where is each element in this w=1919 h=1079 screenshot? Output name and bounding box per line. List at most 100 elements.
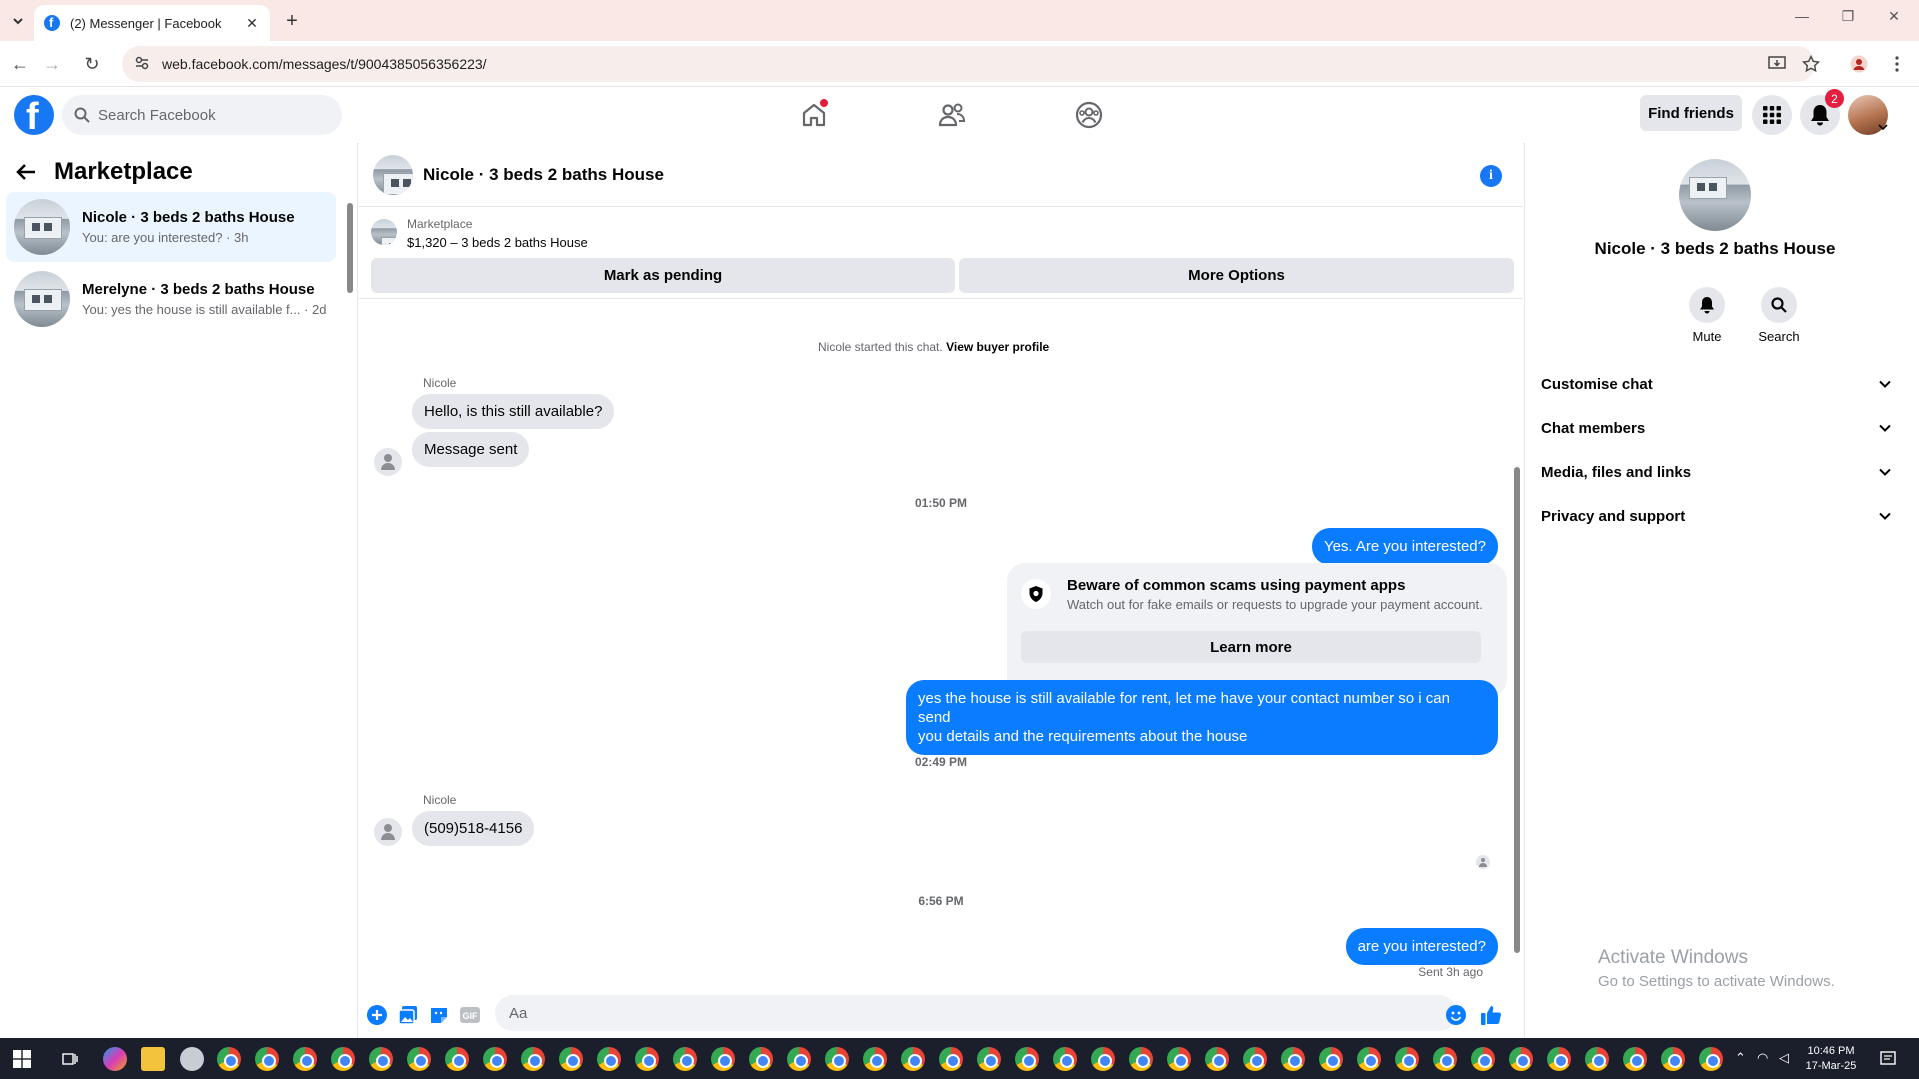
window-close-button[interactable]: ✕ bbox=[1879, 8, 1909, 25]
mute-button[interactable]: Mute bbox=[1677, 287, 1737, 344]
chrome-icon[interactable] bbox=[711, 1047, 735, 1071]
customise-chat-section[interactable]: Customise chat bbox=[1541, 366, 1891, 402]
reload-icon[interactable]: ↻ bbox=[81, 53, 103, 75]
chrome-icon[interactable] bbox=[331, 1047, 355, 1071]
chrome-icon[interactable] bbox=[1509, 1047, 1533, 1071]
install-app-icon[interactable] bbox=[1766, 53, 1788, 75]
network-icon[interactable]: ◠ bbox=[1757, 1050, 1768, 1066]
sender-avatar[interactable] bbox=[374, 818, 402, 846]
windows-start-icon[interactable] bbox=[13, 1050, 31, 1068]
plus-icon[interactable] bbox=[366, 1004, 388, 1026]
notification-center-icon[interactable] bbox=[1880, 1051, 1896, 1067]
chrome-icon[interactable] bbox=[863, 1047, 887, 1071]
chrome-icon[interactable] bbox=[255, 1047, 279, 1071]
new-tab-button[interactable]: + bbox=[281, 10, 303, 32]
chrome-icon[interactable] bbox=[1623, 1047, 1647, 1071]
conversation-scrollbar[interactable] bbox=[346, 193, 354, 303]
chrome-icon[interactable] bbox=[483, 1047, 507, 1071]
chat-avatar[interactable] bbox=[373, 155, 413, 195]
info-icon[interactable]: i bbox=[1480, 165, 1502, 187]
find-friends-button[interactable]: Find friends bbox=[1640, 95, 1742, 131]
chrome-icon[interactable] bbox=[1205, 1047, 1229, 1071]
app-icon[interactable] bbox=[180, 1047, 204, 1071]
chrome-icon[interactable] bbox=[445, 1047, 469, 1071]
minimize-button[interactable]: — bbox=[1787, 8, 1817, 24]
menu-button[interactable] bbox=[1752, 95, 1792, 135]
chrome-icon[interactable] bbox=[369, 1047, 393, 1071]
chrome-icon[interactable] bbox=[1471, 1047, 1495, 1071]
profile-icon[interactable] bbox=[1848, 53, 1870, 75]
chrome-icon[interactable] bbox=[939, 1047, 963, 1071]
chrome-icon[interactable] bbox=[559, 1047, 583, 1071]
chrome-icon[interactable] bbox=[787, 1047, 811, 1071]
chrome-icon[interactable] bbox=[1281, 1047, 1305, 1071]
message-input[interactable] bbox=[509, 1004, 1409, 1022]
chrome-icon[interactable] bbox=[1433, 1047, 1457, 1071]
photo-icon[interactable] bbox=[397, 1004, 419, 1026]
browser-tab[interactable]: (2) Messenger | Facebook ✕ bbox=[34, 5, 270, 41]
back-icon[interactable]: ← bbox=[9, 53, 31, 75]
more-options-button[interactable]: More Options bbox=[959, 258, 1514, 293]
chrome-icon[interactable] bbox=[407, 1047, 431, 1071]
chat-title[interactable]: Nicole · 3 beds 2 baths House bbox=[423, 165, 664, 185]
chrome-icon[interactable] bbox=[1319, 1047, 1343, 1071]
chrome-icon[interactable] bbox=[825, 1047, 849, 1071]
view-buyer-profile-link[interactable]: View buyer profile bbox=[946, 340, 1049, 354]
outgoing-message[interactable]: yes the house is still available for ren… bbox=[906, 680, 1498, 755]
chrome-icon[interactable] bbox=[977, 1047, 1001, 1071]
chrome-icon[interactable] bbox=[1015, 1047, 1039, 1071]
gif-icon[interactable]: GIF bbox=[459, 1004, 481, 1026]
chrome-icon[interactable] bbox=[1585, 1047, 1609, 1071]
sender-avatar[interactable] bbox=[374, 448, 402, 476]
listing-title[interactable]: $1,320 – 3 beds 2 baths House bbox=[407, 235, 588, 250]
chrome-icon[interactable] bbox=[1091, 1047, 1115, 1071]
search-in-chat-button[interactable]: Search bbox=[1749, 287, 1809, 344]
chrome-icon[interactable] bbox=[1243, 1047, 1267, 1071]
chrome-icon[interactable] bbox=[1395, 1047, 1419, 1071]
browser-menu-icon[interactable] bbox=[1886, 53, 1908, 75]
chrome-icon[interactable] bbox=[1129, 1047, 1153, 1071]
media-files-links-section[interactable]: Media, files and links bbox=[1541, 454, 1891, 490]
chrome-icon[interactable] bbox=[1167, 1047, 1191, 1071]
copilot-icon[interactable] bbox=[103, 1047, 127, 1071]
learn-more-button[interactable]: Learn more bbox=[1021, 631, 1481, 663]
facebook-logo[interactable]: f bbox=[14, 95, 54, 138]
chrome-icon[interactable] bbox=[1547, 1047, 1571, 1071]
sticker-icon[interactable] bbox=[428, 1004, 450, 1026]
tab-search-dropdown[interactable] bbox=[8, 11, 28, 31]
volume-icon[interactable]: ◁ bbox=[1779, 1050, 1789, 1066]
outgoing-message[interactable]: are you interested? bbox=[1345, 928, 1498, 965]
chrome-icon[interactable] bbox=[521, 1047, 545, 1071]
conversation-item[interactable]: Merelyne · 3 beds 2 baths House You: yes… bbox=[6, 264, 336, 334]
site-info-icon[interactable] bbox=[134, 55, 150, 71]
chrome-icon[interactable] bbox=[635, 1047, 659, 1071]
chrome-icon[interactable] bbox=[597, 1047, 621, 1071]
outgoing-message[interactable]: Yes. Are you interested? bbox=[1311, 528, 1498, 565]
incoming-message[interactable]: (509)518-4156 bbox=[412, 811, 535, 846]
scrollbar-thumb[interactable] bbox=[347, 203, 353, 293]
tab-close-icon[interactable]: ✕ bbox=[244, 15, 260, 31]
restore-button[interactable]: ❐ bbox=[1833, 8, 1863, 25]
chrome-icon[interactable] bbox=[1661, 1047, 1685, 1071]
chrome-icon[interactable] bbox=[749, 1047, 773, 1071]
chrome-icon[interactable] bbox=[673, 1047, 697, 1071]
friends-nav[interactable] bbox=[932, 95, 972, 135]
chrome-icon[interactable] bbox=[293, 1047, 317, 1071]
mark-as-pending-button[interactable]: Mark as pending bbox=[371, 258, 955, 293]
privacy-support-section[interactable]: Privacy and support bbox=[1541, 498, 1891, 534]
chrome-icon[interactable] bbox=[217, 1047, 241, 1071]
chat-scrollbar[interactable] bbox=[1511, 307, 1523, 957]
chrome-icon[interactable] bbox=[1699, 1047, 1723, 1071]
chrome-icon[interactable] bbox=[1053, 1047, 1077, 1071]
emoji-icon[interactable] bbox=[1445, 1004, 1467, 1026]
groups-nav[interactable] bbox=[1069, 95, 1109, 135]
incoming-message[interactable]: Hello, is this still available? bbox=[412, 394, 615, 429]
chat-info-avatar[interactable] bbox=[1679, 159, 1751, 231]
incoming-message[interactable]: Message sent bbox=[412, 432, 530, 467]
task-view-icon[interactable] bbox=[62, 1051, 78, 1067]
facebook-search[interactable] bbox=[62, 95, 342, 135]
chat-members-section[interactable]: Chat members bbox=[1541, 410, 1891, 446]
chrome-icon[interactable] bbox=[901, 1047, 925, 1071]
message-input-container[interactable] bbox=[495, 995, 1457, 1031]
show-hidden-icons-icon[interactable]: ⌃ bbox=[1735, 1050, 1746, 1066]
